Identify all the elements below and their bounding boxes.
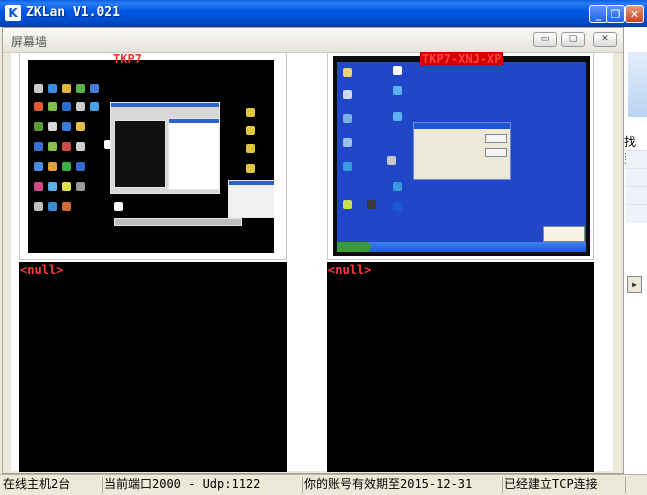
screen-tile-empty[interactable] xyxy=(327,262,594,472)
desktop-icon xyxy=(62,84,71,93)
desktop-icon xyxy=(393,182,402,191)
desktop-icon xyxy=(62,202,71,211)
desktop-icon xyxy=(343,162,352,171)
status-connection: 已经建立TCP连接 xyxy=(502,477,625,493)
screen-tile-label: <null> xyxy=(328,263,372,277)
status-online-hosts: 在线主机2台 xyxy=(3,477,71,491)
background-row xyxy=(626,186,647,205)
remote-window xyxy=(168,118,220,190)
app-title: ZKLan V1.021 xyxy=(26,5,120,20)
status-port: 当前端口2000 - Udp:1122 xyxy=(102,477,302,493)
status-extra xyxy=(625,477,645,493)
screen-wall-title-bar[interactable]: 屏幕墙 ▭ ▢ ✕ xyxy=(3,28,623,53)
remote-window xyxy=(114,120,166,188)
desktop-icon xyxy=(393,66,402,75)
desktop-icon xyxy=(48,142,57,151)
minimize-icon: _ xyxy=(595,8,602,21)
desktop-icon xyxy=(246,108,255,117)
screen-wall-title: 屏幕墙 xyxy=(11,35,48,49)
maximize-icon: ▢ xyxy=(568,34,578,44)
desktop-icon xyxy=(34,162,43,171)
desktop-icon xyxy=(76,142,85,151)
desktop-icon xyxy=(76,122,85,131)
child-close-button[interactable]: ✕ xyxy=(593,32,617,47)
desktop-icon xyxy=(34,102,43,111)
background-row xyxy=(626,204,647,223)
desktop-icon xyxy=(246,144,255,153)
screen-tile-label: <null> xyxy=(20,263,64,277)
remote-dialog xyxy=(228,180,274,218)
restore-button[interactable]: ❐ xyxy=(606,5,625,23)
child-maximize-button[interactable]: ▢ xyxy=(561,32,585,47)
desktop-icon xyxy=(48,102,57,111)
desktop-icon xyxy=(76,84,85,93)
desktop-icon xyxy=(343,200,352,209)
desktop-icon xyxy=(62,162,71,171)
background-row xyxy=(626,150,647,169)
app-title-bar[interactable]: K ZKLan V1.021 _ ❐ ✕ xyxy=(0,0,647,27)
desktop-icon xyxy=(48,162,57,171)
remote-taskbar xyxy=(337,242,586,252)
screen-tile-label: TKP7-XNJ-XP xyxy=(420,52,504,66)
remote-screen-thumbnail[interactable] xyxy=(28,60,274,253)
background-header-panel xyxy=(628,52,647,117)
remote-screen-thumbnail[interactable] xyxy=(337,62,586,252)
desktop-icon xyxy=(246,164,255,173)
desktop-icon xyxy=(343,68,352,77)
desktop-icon xyxy=(76,102,85,111)
desktop-icon xyxy=(387,156,396,165)
remote-start-button xyxy=(337,242,371,252)
desktop-icon xyxy=(393,86,402,95)
remote-dialog-button xyxy=(485,148,507,157)
desktop-icon xyxy=(343,114,352,123)
desktop-icon xyxy=(48,202,57,211)
app-logo-icon: K xyxy=(5,5,21,21)
close-icon: ✕ xyxy=(601,34,609,44)
close-button[interactable]: ✕ xyxy=(625,5,644,23)
desktop-icon xyxy=(34,142,43,151)
remote-dialog-button xyxy=(485,134,507,143)
desktop-icon xyxy=(246,126,255,135)
remote-notification xyxy=(543,226,585,242)
desktop-icon xyxy=(343,138,352,147)
desktop-icon xyxy=(34,182,43,191)
desktop-icon xyxy=(62,122,71,131)
screen-tile-empty[interactable] xyxy=(19,262,287,472)
background-row xyxy=(626,168,647,187)
scroll-right-button[interactable]: ▶ xyxy=(627,276,642,293)
desktop-icon xyxy=(34,84,43,93)
desktop-icon xyxy=(90,84,99,93)
remote-taskbar xyxy=(114,218,242,226)
desktop-icon xyxy=(114,202,123,211)
desktop-icon xyxy=(34,202,43,211)
desktop-icon xyxy=(367,200,376,209)
desktop-icon xyxy=(48,122,57,131)
desktop-icon xyxy=(343,90,352,99)
restore-icon: ❐ xyxy=(610,8,621,21)
status-account-expiry: 你的账号有效期至2015-12-31 xyxy=(302,477,502,493)
desktop-icon xyxy=(62,102,71,111)
minimize-icon: ▭ xyxy=(540,34,550,44)
child-minimize-button[interactable]: ▭ xyxy=(533,32,557,47)
desktop-icon xyxy=(34,122,43,131)
desktop-icon xyxy=(48,182,57,191)
desktop-icon xyxy=(48,84,57,93)
status-bar: 在线主机2台 当前端口2000 - Udp:1122 你的账号有效期至2015-… xyxy=(0,474,647,495)
desktop-icon xyxy=(393,202,402,211)
desktop-icon xyxy=(393,112,402,121)
desktop-icon xyxy=(62,142,71,151)
close-icon: ✕ xyxy=(629,8,640,21)
desktop-icon xyxy=(90,102,99,111)
desktop-icon xyxy=(62,182,71,191)
desktop-icon xyxy=(76,182,85,191)
screen-tile-label: TKP7 xyxy=(113,52,142,66)
desktop-icon xyxy=(76,162,85,171)
